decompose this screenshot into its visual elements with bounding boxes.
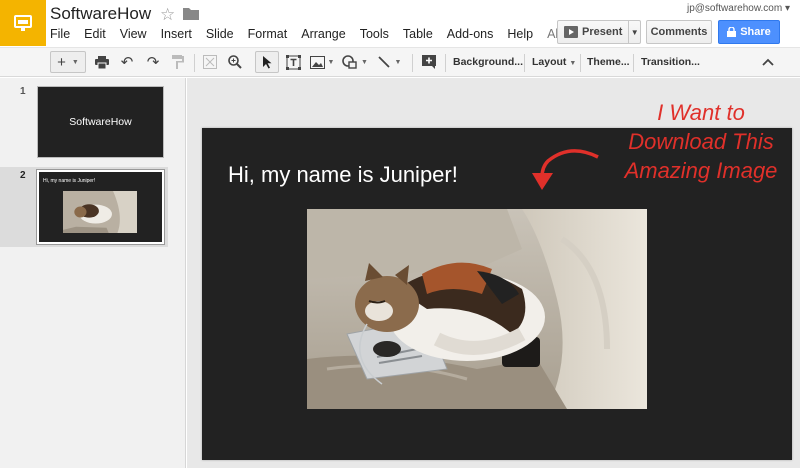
plus-icon: + — [57, 53, 66, 71]
menu-arrange[interactable]: Arrange — [301, 27, 345, 41]
menu-help[interactable]: Help — [507, 27, 533, 41]
background-button[interactable]: Background... — [453, 56, 523, 68]
collapse-toolbar-icon[interactable] — [758, 51, 778, 73]
slide-thumbnail-1[interactable]: SoftwareHow — [37, 86, 164, 158]
shape-dropdown-icon: ▼ — [361, 58, 368, 66]
slide-filmstrip: 1 SoftwareHow 2 Hi, my name is Juniper! — [0, 78, 186, 468]
line-dropdown-icon: ▼ — [394, 58, 402, 66]
thumbnail-text: Hi, my name is Juniper! — [43, 178, 96, 184]
print-icon[interactable] — [92, 51, 112, 73]
slide-thumbnail-2[interactable]: Hi, my name is Juniper! — [36, 169, 165, 245]
select-cursor-icon[interactable] — [255, 51, 279, 73]
paint-format-icon[interactable] — [168, 51, 188, 73]
layout-dropdown-icon: ▼ — [569, 60, 577, 67]
toolbar-divider — [412, 54, 413, 72]
comments-button[interactable]: Comments — [646, 20, 712, 44]
menu-tools[interactable]: Tools — [360, 27, 389, 41]
shape-icon[interactable]: ▼ — [340, 51, 370, 73]
undo-icon[interactable]: ↶ — [117, 51, 137, 73]
menu-bar: File Edit View Insert Slide Format Arran… — [50, 27, 602, 41]
slide-title-text[interactable]: Hi, my name is Juniper! — [228, 162, 458, 188]
annotation-line: Download This — [628, 129, 774, 154]
image-dropdown-icon: ▼ — [327, 58, 335, 66]
star-icon[interactable]: ☆ — [160, 5, 175, 25]
chevron-down-icon: ▼ — [71, 58, 79, 66]
share-label: Share — [740, 26, 771, 38]
new-slide-button[interactable]: + ▼ — [50, 51, 86, 73]
add-comment-icon[interactable] — [419, 51, 439, 73]
menu-slide[interactable]: Slide — [206, 27, 234, 41]
toolbar: + ▼ ↶ ↷ ▼ ▼ ▼ Background... Layout ▼ The… — [0, 47, 800, 77]
annotation-line: I Want to — [657, 100, 745, 125]
present-label: Present — [582, 26, 623, 38]
annotation-arrow-icon — [532, 149, 599, 190]
present-dropdown-icon[interactable]: ▼ — [629, 28, 640, 37]
menu-table[interactable]: Table — [403, 27, 433, 41]
redo-icon[interactable]: ↷ — [143, 51, 163, 73]
toolbar-divider — [524, 54, 525, 72]
zoom-icon[interactable] — [225, 51, 245, 73]
account-email[interactable]: jp@softwarehow.com ▾ — [687, 3, 790, 14]
text-box-icon[interactable] — [283, 51, 303, 73]
annotation-line: Amazing Image — [624, 158, 778, 183]
lock-icon — [727, 27, 737, 37]
menu-edit[interactable]: Edit — [84, 27, 106, 41]
menu-file[interactable]: File — [50, 27, 70, 41]
thumbnail-text: SoftwareHow — [69, 116, 132, 128]
thumbnail-cat-photo — [63, 191, 137, 233]
menu-format[interactable]: Format — [248, 27, 288, 41]
layout-button[interactable]: Layout ▼ — [532, 56, 576, 68]
toolbar-divider — [633, 54, 634, 72]
play-icon — [564, 26, 578, 38]
line-icon[interactable]: ▼ — [373, 51, 405, 73]
toolbar-divider — [445, 54, 446, 72]
folder-icon[interactable] — [183, 7, 199, 25]
share-button[interactable]: Share — [718, 20, 780, 44]
slide-number: 1 — [20, 86, 26, 97]
account-email-text: jp@softwarehow.com — [686, 3, 783, 14]
present-button[interactable]: Present ▼ — [557, 20, 641, 44]
zoom-fit-icon[interactable] — [200, 51, 220, 73]
menu-insert[interactable]: Insert — [161, 27, 192, 41]
slide-number: 2 — [20, 170, 26, 181]
cat-photo[interactable] — [307, 209, 647, 409]
menu-view[interactable]: View — [120, 27, 147, 41]
menu-addons[interactable]: Add-ons — [447, 27, 494, 41]
image-icon[interactable]: ▼ — [307, 51, 337, 73]
document-title[interactable]: SoftwareHow — [50, 4, 151, 24]
slides-app: SoftwareHow ☆ File Edit View Insert Slid… — [0, 0, 800, 468]
header: SoftwareHow ☆ File Edit View Insert Slid… — [0, 0, 800, 46]
transition-button[interactable]: Transition... — [641, 56, 700, 68]
download-annotation: I Want to Download This Amazing Image — [608, 98, 794, 185]
slides-logo-icon[interactable] — [0, 0, 46, 46]
layout-label: Layout — [532, 56, 567, 68]
toolbar-divider — [194, 54, 195, 72]
toolbar-divider — [580, 54, 581, 72]
theme-button[interactable]: Theme... — [587, 56, 630, 68]
